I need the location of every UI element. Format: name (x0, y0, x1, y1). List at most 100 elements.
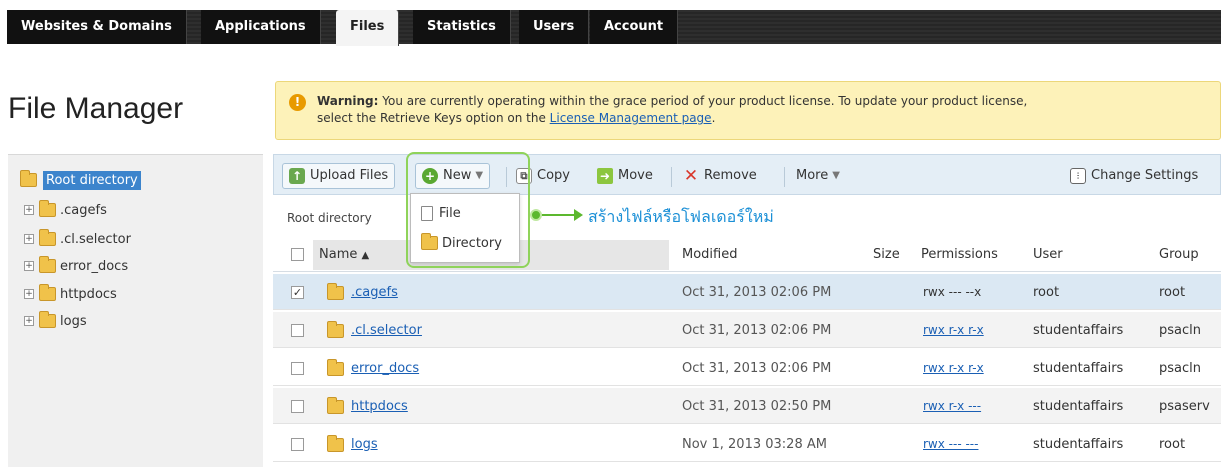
warning-line-1: Warning: You are currently operating wit… (317, 93, 1206, 110)
top-bar: Websites & Domains Applications Files St… (0, 0, 1229, 57)
folder-icon (39, 284, 56, 301)
settings-icon: ⫶ (1070, 168, 1086, 184)
tab-websites-domains[interactable]: Websites & Domains (7, 10, 187, 44)
modified-cell: Oct 31, 2013 02:50 PM (682, 399, 832, 414)
expand-icon[interactable]: + (24, 234, 34, 244)
remove-button[interactable]: ✕ Remove (683, 163, 757, 189)
arrow-right-icon: ➜ (597, 168, 613, 184)
file-name-link[interactable]: logs (351, 437, 378, 452)
toolbar-divider (671, 167, 672, 187)
name-header-label: Name (319, 247, 358, 262)
toolbar-divider (784, 167, 785, 187)
upload-files-button[interactable]: ↑ Upload Files (282, 163, 396, 189)
callout-text: สร้างไฟล์หรือโฟลเดอร์ใหม่ (588, 207, 774, 226)
group-cell: psaserv (1159, 399, 1210, 414)
table-row[interactable]: logs Nov 1, 2013 03:28 AM rwx --- --- st… (273, 426, 1221, 462)
modified-cell: Oct 31, 2013 02:06 PM (682, 361, 832, 376)
row-checkbox[interactable]: ✓ (291, 286, 304, 299)
row-checkbox[interactable] (291, 362, 304, 375)
expand-icon[interactable]: + (24, 261, 34, 271)
change-settings-label: Change Settings (1091, 168, 1199, 183)
remove-label: Remove (704, 168, 757, 183)
table-row[interactable]: ✓ .cagefs Oct 31, 2013 02:06 PM rwx --- … (273, 274, 1221, 310)
callout-dot (530, 209, 542, 221)
modified-cell: Oct 31, 2013 02:06 PM (682, 323, 832, 338)
tab-files[interactable]: Files (336, 10, 400, 46)
table-row[interactable]: error_docs Oct 31, 2013 02:06 PM rwx r-x… (273, 350, 1221, 386)
user-cell: studentaffairs (1033, 399, 1124, 414)
file-name-link[interactable]: httpdocs (351, 399, 408, 414)
expand-icon[interactable]: + (24, 289, 34, 299)
tab-statistics[interactable]: Statistics (413, 10, 511, 44)
group-cell: psacln (1159, 323, 1201, 338)
file-name-link[interactable]: error_docs (351, 361, 419, 376)
folder-icon (327, 321, 344, 338)
expand-icon[interactable]: + (24, 205, 34, 215)
modified-cell: Nov 1, 2013 03:28 AM (682, 437, 827, 452)
warning-icon: ! (289, 94, 306, 111)
tree-item[interactable]: + logs (24, 310, 87, 332)
license-management-link[interactable]: License Management page (550, 111, 712, 125)
directory-tree: Root directory + .cagefs + .cl.selector … (8, 154, 263, 467)
modified-cell: Oct 31, 2013 02:06 PM (682, 285, 832, 300)
warning-line-2: select the Retrieve Keys option on the L… (317, 110, 1206, 127)
move-label: Move (618, 168, 653, 183)
warning-label: Warning: (317, 94, 379, 108)
table-row[interactable]: .cl.selector Oct 31, 2013 02:06 PM rwx r… (273, 312, 1221, 348)
user-header[interactable]: User (1033, 247, 1063, 262)
tab-users[interactable]: Users (519, 10, 590, 44)
copy-label: Copy (537, 168, 570, 183)
tree-item-label: .cagefs (60, 202, 107, 218)
remove-icon: ✕ (683, 166, 699, 186)
user-cell: studentaffairs (1033, 437, 1124, 452)
arrow-right-icon (574, 209, 583, 221)
folder-icon (327, 359, 344, 376)
size-header[interactable]: Size (873, 247, 900, 262)
tree-root-label: Root directory (43, 170, 141, 190)
more-button[interactable]: More ▼ (796, 163, 840, 189)
group-cell: root (1159, 285, 1186, 300)
select-all-checkbox[interactable] (291, 248, 304, 261)
highlight-box (406, 152, 530, 268)
row-checkbox[interactable] (291, 438, 304, 451)
tree-item[interactable]: + error_docs (24, 255, 128, 277)
permissions-link[interactable]: rwx r-x r-x (923, 361, 984, 375)
folder-icon (327, 397, 344, 414)
group-cell: root (1159, 437, 1186, 452)
group-header[interactable]: Group (1159, 247, 1199, 262)
permissions-link[interactable]: rwx r-x r-x (923, 323, 984, 337)
permissions-header[interactable]: Permissions (921, 247, 998, 262)
permissions-link[interactable]: rwx --- --- (923, 437, 978, 451)
modified-header[interactable]: Modified (682, 247, 737, 262)
folder-icon (327, 283, 344, 300)
folder-icon (39, 256, 56, 273)
tab-applications[interactable]: Applications (201, 10, 321, 44)
tree-item[interactable]: + httpdocs (24, 283, 117, 305)
tab-account[interactable]: Account (590, 10, 679, 44)
table-row[interactable]: httpdocs Oct 31, 2013 02:50 PM rwx r-x -… (273, 388, 1221, 424)
folder-icon (39, 200, 56, 217)
user-cell: studentaffairs (1033, 323, 1124, 338)
file-name-link[interactable]: .cagefs (351, 285, 398, 300)
warning-text-2: select the Retrieve Keys option on the (317, 111, 550, 125)
file-name-link[interactable]: .cl.selector (351, 323, 422, 338)
move-button[interactable]: ➜ Move (597, 163, 653, 189)
permissions-link[interactable]: rwx r-x --- (923, 399, 981, 413)
change-settings-button[interactable]: ⫶ Change Settings (1070, 163, 1198, 189)
tree-root[interactable]: Root directory (20, 169, 141, 191)
license-warning: ! Warning: You are currently operating w… (275, 81, 1221, 140)
tree-item[interactable]: + .cagefs (24, 199, 107, 221)
name-header[interactable]: Name ▲ (319, 247, 369, 262)
group-cell: psacln (1159, 361, 1201, 376)
folder-icon (39, 311, 56, 328)
tree-item[interactable]: + .cl.selector (24, 228, 131, 250)
folder-icon (20, 170, 37, 187)
expand-icon[interactable]: + (24, 316, 34, 326)
sort-ascending-icon: ▲ (361, 250, 370, 261)
tree-item-label: error_docs (60, 258, 129, 274)
row-checkbox[interactable] (291, 324, 304, 337)
breadcrumb[interactable]: Root directory (287, 211, 372, 225)
row-checkbox[interactable] (291, 400, 304, 413)
user-cell: root (1033, 285, 1060, 300)
main-nav: Websites & Domains Applications Files St… (7, 10, 1221, 46)
